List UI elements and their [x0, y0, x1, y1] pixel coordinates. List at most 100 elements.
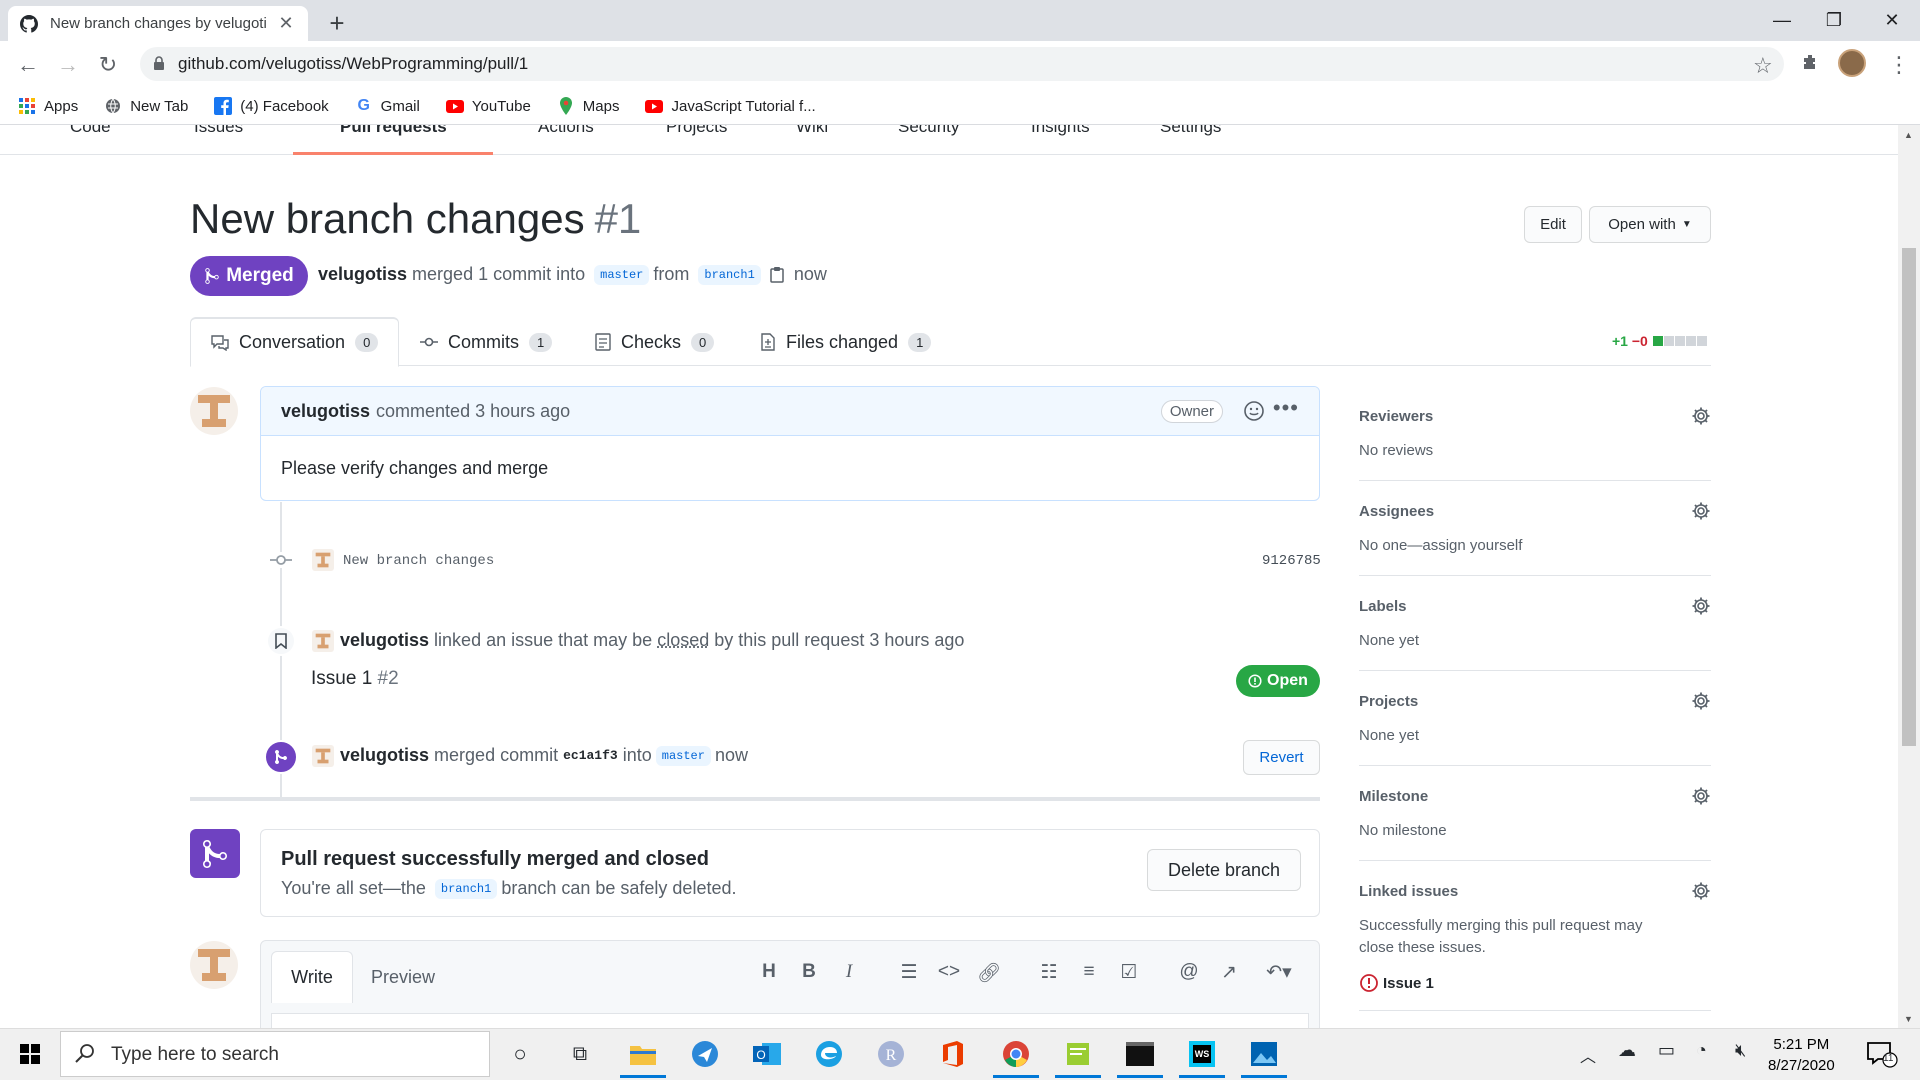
head-branch[interactable]: branch1 — [698, 264, 761, 285]
comment-author[interactable]: velugotiss — [281, 401, 370, 422]
webstorm-icon[interactable]: WS — [1184, 1036, 1220, 1072]
avatar[interactable] — [190, 387, 238, 435]
send-app-icon[interactable] — [687, 1036, 723, 1072]
office-icon[interactable] — [935, 1036, 971, 1072]
tab-close-icon[interactable]: ✕ — [276, 13, 296, 34]
numbered-list-icon[interactable]: ≡ — [1076, 961, 1102, 983]
sidebar-value[interactable]: No one—assign yourself — [1359, 535, 1679, 557]
browser-tab[interactable]: New branch changes by velugoti ✕ — [8, 6, 308, 41]
event-author[interactable]: velugotiss — [340, 630, 429, 651]
scrollbar-thumb[interactable] — [1902, 248, 1916, 746]
bookmark-javascript-tutorial[interactable]: JavaScript Tutorial f... — [645, 97, 816, 115]
photos-icon[interactable] — [1246, 1036, 1282, 1072]
gear-icon[interactable] — [1691, 691, 1711, 711]
repo-nav-security[interactable]: Security — [898, 125, 959, 137]
back-icon[interactable]: ← — [14, 52, 42, 78]
pr-author-link[interactable]: velugotiss — [318, 264, 407, 285]
battery-icon[interactable]: ▭ — [1658, 1040, 1675, 1061]
bookmark-apps[interactable]: Apps — [18, 97, 78, 115]
delete-branch-button[interactable]: Delete branch — [1147, 849, 1301, 891]
gear-icon[interactable] — [1691, 881, 1711, 901]
outlook-icon[interactable]: O — [749, 1036, 785, 1072]
copy-clipboard-icon[interactable] — [770, 266, 784, 283]
volume-muted-icon[interactable]: 🔇︎ — [1735, 1040, 1746, 1061]
deletable-branch[interactable]: branch1 — [434, 878, 498, 899]
new-tab-icon[interactable]: + — [322, 8, 352, 39]
windows-start-icon[interactable] — [0, 1028, 60, 1080]
repo-nav-issues[interactable]: Issues — [194, 125, 243, 137]
reload-icon[interactable]: ↻ — [94, 52, 122, 78]
terminal-icon[interactable] — [1122, 1036, 1158, 1072]
bookmark-youtube[interactable]: YouTube — [445, 97, 531, 115]
repo-nav-actions[interactable]: Actions — [538, 125, 594, 137]
tab-commits[interactable]: Commits 1 — [420, 317, 553, 367]
tab-conversation[interactable]: Conversation 0 — [190, 317, 399, 367]
repo-nav-projects[interactable]: Projects — [666, 125, 727, 137]
file-explorer-icon[interactable] — [625, 1036, 661, 1072]
tab-checks[interactable]: Checks 0 — [595, 317, 715, 367]
edit-button[interactable]: Edit — [1524, 206, 1582, 243]
extensions-icon[interactable] — [1800, 53, 1820, 73]
bookmark-facebook[interactable]: (4) Facebook — [214, 97, 329, 115]
merge-commit-sha[interactable]: ec1a1f3 — [563, 748, 618, 763]
menu-kebab-icon[interactable]: ⋮ — [1888, 52, 1910, 78]
cross-reference-icon[interactable]: ↗ — [1216, 961, 1242, 984]
gear-icon[interactable] — [1691, 786, 1711, 806]
avatar[interactable] — [312, 549, 334, 571]
kebab-menu-icon[interactable]: ••• — [1273, 395, 1299, 421]
merge-branch[interactable]: master — [655, 745, 711, 766]
linked-issue-item[interactable]: Issue 1 — [1359, 973, 1434, 993]
closed-keyword[interactable]: closed — [657, 630, 709, 651]
repo-nav-settings[interactable]: Settings — [1160, 125, 1221, 137]
tab-write[interactable]: Write — [271, 951, 353, 1003]
repo-nav-wiki[interactable]: Wiki — [796, 125, 828, 137]
base-branch[interactable]: master — [594, 264, 650, 285]
repo-nav-pull-requests[interactable]: Pull requests — [340, 125, 447, 137]
task-list-icon[interactable]: ☑ — [1116, 961, 1142, 984]
forward-icon[interactable]: → — [54, 52, 82, 78]
bookmark-star-icon[interactable]: ☆ — [1753, 53, 1773, 79]
avatar[interactable] — [312, 630, 334, 652]
comment-timestamp[interactable]: commented 3 hours ago — [376, 401, 570, 422]
event-author[interactable]: velugotiss — [340, 745, 429, 766]
saved-replies-icon[interactable]: ↶▾ — [1261, 961, 1297, 984]
taskbar-search-input[interactable]: Type here to search — [60, 1031, 490, 1077]
cortana-icon[interactable]: ○ — [502, 1036, 538, 1072]
system-clock[interactable]: 5:21 PM 8/27/2020 — [1768, 1034, 1835, 1076]
lock-icon[interactable] — [153, 56, 165, 71]
avatar[interactable] — [190, 941, 238, 989]
tab-files-changed[interactable]: Files changed 1 — [760, 317, 932, 367]
edge-icon[interactable] — [811, 1036, 847, 1072]
scroll-up-icon[interactable]: ▲ — [1904, 130, 1913, 140]
revert-button[interactable]: Revert — [1243, 740, 1320, 775]
profile-avatar[interactable] — [1838, 49, 1866, 77]
repo-nav-insights[interactable]: Insights — [1031, 125, 1090, 137]
scroll-down-icon[interactable]: ▼ — [1904, 1014, 1913, 1024]
show-hidden-icons-icon[interactable]: ︿ — [1580, 1043, 1596, 1067]
gear-icon[interactable] — [1691, 501, 1711, 521]
linked-issue-title[interactable]: Issue 1 #2 — [311, 668, 399, 690]
repo-nav-code[interactable]: Code — [70, 125, 111, 137]
commit-sha-link[interactable]: 9126785 — [1262, 553, 1321, 569]
code-icon[interactable]: <> — [936, 961, 962, 983]
avatar[interactable] — [312, 745, 334, 767]
gear-icon[interactable] — [1691, 406, 1711, 426]
minimize-icon[interactable]: — — [1752, 0, 1812, 40]
link-icon[interactable]: 🔗︎ — [976, 961, 1002, 985]
commit-message-link[interactable]: New branch changes — [343, 553, 494, 569]
italic-icon[interactable]: I — [836, 961, 862, 983]
notification-center-icon[interactable]: 11 — [1866, 1040, 1898, 1068]
onedrive-icon[interactable]: ☁ — [1618, 1040, 1636, 1061]
quote-icon[interactable]: ☰ — [896, 961, 922, 984]
heading-icon[interactable]: H — [756, 961, 782, 983]
task-view-icon[interactable]: ⧉ — [562, 1036, 598, 1072]
bold-icon[interactable]: B — [796, 961, 822, 983]
add-reaction-icon[interactable] — [1243, 400, 1265, 422]
bookmark-new-tab[interactable]: New Tab — [104, 97, 188, 115]
address-bar[interactable]: github.com/velugotiss/WebProgramming/pul… — [140, 47, 1784, 81]
tab-preview[interactable]: Preview — [371, 967, 435, 988]
chrome-icon[interactable] — [998, 1036, 1034, 1072]
bulleted-list-icon[interactable]: ☷ — [1036, 961, 1062, 984]
gear-icon[interactable] — [1691, 596, 1711, 616]
wifi-icon[interactable]: ◔ — [1696, 1040, 1707, 1061]
